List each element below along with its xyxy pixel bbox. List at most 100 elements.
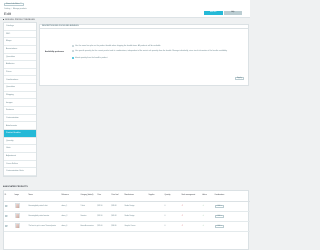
availability-option-text: Use specific quantity for the current pr… bbox=[75, 50, 228, 52]
actions-cell: ✎ Edit ▼ bbox=[214, 221, 250, 232]
availability-option[interactable]: Use specific quantity for the current pr… bbox=[72, 50, 244, 53]
price-final-cell: $34.80 bbox=[111, 221, 124, 232]
tab-item[interactable]: Quantities bbox=[4, 54, 36, 62]
active-cell: ✓ bbox=[202, 221, 214, 232]
table-row[interactable]: 2 Hummingbird printed sweater demo_3 Sweate… bbox=[4, 211, 250, 222]
quantity-cell: 0 bbox=[164, 211, 181, 222]
stock-cell: ✗ bbox=[181, 201, 202, 212]
supplier-cell bbox=[148, 211, 164, 222]
column-header-active[interactable]: Active bbox=[202, 191, 214, 202]
name-cell[interactable]: Hummingbird printed t-shirt bbox=[28, 201, 61, 212]
header-actions: Add new Help bbox=[204, 11, 242, 15]
availability-label: Availability preference bbox=[45, 51, 65, 53]
column-header-price[interactable]: Price bbox=[97, 191, 111, 202]
help-button[interactable]: Help bbox=[223, 11, 242, 15]
column-header-supplier[interactable]: Supplier bbox=[148, 191, 164, 202]
radio-button[interactable] bbox=[72, 50, 74, 53]
manufacturer-cell: Studio Design bbox=[124, 211, 148, 222]
chevron-down-icon[interactable]: ▼ bbox=[221, 216, 222, 217]
breadcrumb-item[interactable]: Manage products bbox=[13, 8, 27, 10]
tab-item[interactable]: Customization bbox=[4, 115, 36, 123]
tab-item[interactable]: Shipping bbox=[4, 92, 36, 100]
actions-cell: ✎ Edit ▼ bbox=[214, 201, 250, 212]
tabs-heading-label: MODULE: PRODUCT BUNDLES bbox=[5, 19, 35, 21]
column-header-reference[interactable]: Reference bbox=[61, 191, 80, 202]
tab-item[interactable]: SEO bbox=[4, 31, 36, 39]
name-cell[interactable]: The best is yet to come' Framed poster bbox=[28, 221, 61, 232]
product-tabs: Catalogs SEO Ebays Associations Quantities At… bbox=[3, 22, 37, 177]
breadcrumb-separator-icon: › bbox=[11, 8, 12, 10]
radio-button-checked[interactable] bbox=[72, 56, 74, 59]
chevron-down-icon[interactable]: ▼ bbox=[221, 206, 222, 207]
edit-button[interactable]: ✎ Edit ▼ bbox=[214, 215, 224, 218]
product-thumbnail bbox=[14, 213, 20, 219]
panel-heading: DESCRIPTION DES FOCUS DES BUNDLES bbox=[40, 25, 248, 29]
tab-item[interactable]: Cross-Sellers bbox=[4, 161, 36, 169]
header-bar: Store Lab Beta ▼ Catalog › Manage produc… bbox=[0, 0, 250, 18]
add-new-button[interactable]: Add new bbox=[204, 11, 223, 15]
stock-cell: ✗ bbox=[181, 211, 202, 222]
cross-icon: ✗ bbox=[181, 225, 184, 228]
tab-item[interactable]: Customization Units bbox=[4, 168, 36, 176]
column-header-name[interactable]: Name bbox=[28, 191, 61, 202]
breadcrumb-item[interactable]: Catalog bbox=[4, 8, 10, 10]
id-value: 3 bbox=[7, 226, 8, 228]
image-cell bbox=[14, 201, 28, 212]
table-row[interactable]: 1 Hummingbird printed t-shirt demo_1 T-shir… bbox=[4, 201, 250, 212]
check-icon[interactable]: ✓ bbox=[203, 225, 205, 227]
associated-products-title: ASSOCIATED PRODUCTS bbox=[3, 186, 28, 188]
availability-option[interactable]: Inherit quantity from the bundle's produ… bbox=[72, 57, 244, 59]
column-header-category[interactable]: Category (default) bbox=[80, 191, 97, 202]
edit-button[interactable]: ✎ Edit ▼ bbox=[214, 225, 224, 228]
tab-item[interactable]: Combinations bbox=[4, 76, 36, 85]
price-cell: $29.00 bbox=[97, 221, 111, 232]
tab-item[interactable]: Units bbox=[4, 145, 36, 153]
manufacturer-cell: Studio Design bbox=[124, 201, 148, 212]
edit-button[interactable]: ✎ Edit ▼ bbox=[214, 205, 224, 208]
id-value: 1 bbox=[7, 206, 8, 208]
tab-item[interactable]: Features bbox=[4, 107, 36, 115]
tab-item[interactable]: Attachments bbox=[4, 122, 36, 130]
tab-item[interactable]: Catalogs bbox=[4, 23, 36, 31]
reference-cell: demo_6 bbox=[61, 221, 80, 232]
tab-item[interactable]: Images bbox=[4, 99, 36, 108]
column-header-id[interactable]: ID bbox=[4, 191, 14, 202]
id-cell: 1 bbox=[4, 201, 14, 212]
price-final-cell: $28.68 bbox=[111, 201, 124, 212]
availability-option-text: Use the same free plan as the product bu… bbox=[75, 45, 161, 47]
reference-cell: demo_1 bbox=[61, 201, 80, 212]
tab-item[interactable]: Attributes bbox=[4, 61, 36, 69]
breadcrumb: Catalog › Manage products bbox=[4, 8, 27, 10]
tab-item[interactable]: Ebays bbox=[4, 38, 36, 46]
table-header-row: ID Image Name Reference Category (defaul… bbox=[4, 191, 250, 202]
column-header-image: Image bbox=[14, 191, 28, 202]
tab-item[interactable]: Product Bundles bbox=[4, 129, 36, 138]
shop-selector[interactable]: Store Lab Beta ▼ bbox=[4, 2, 24, 6]
id-cell: 2 bbox=[4, 211, 14, 222]
price-final-cell: $43.08 bbox=[111, 211, 124, 222]
column-header-price-final[interactable]: Price final bbox=[111, 191, 124, 202]
column-header-quantity[interactable]: Quantity bbox=[164, 191, 181, 202]
tab-item[interactable]: Prices bbox=[4, 69, 36, 77]
tab-item[interactable]: Adjustment bbox=[4, 153, 36, 161]
tabs-heading: ■ MODULE: PRODUCT BUNDLES bbox=[3, 19, 35, 21]
tab-item[interactable]: Associations bbox=[4, 46, 36, 54]
apply-button[interactable]: Apply bbox=[235, 76, 244, 80]
page-title: Edit bbox=[4, 10, 11, 16]
quantity-cell: 0 bbox=[164, 221, 181, 232]
name-cell[interactable]: Hummingbird printed sweater bbox=[28, 211, 61, 222]
radio-button[interactable] bbox=[72, 45, 74, 48]
tab-item[interactable]: Quantities bbox=[4, 84, 36, 92]
check-icon[interactable]: ✓ bbox=[203, 205, 205, 207]
associated-products-panel: ID Image Name Reference Category (defaul… bbox=[3, 190, 250, 250]
availability-option-text: Inherit quantity from the bundle's produ… bbox=[75, 56, 108, 59]
tab-item[interactable]: Quantity bbox=[4, 138, 36, 146]
manufacturer-cell: Graphic Corner bbox=[124, 221, 148, 232]
availability-option[interactable]: Use the same free plan as the product bu… bbox=[72, 45, 244, 48]
chevron-down-icon[interactable]: ▼ bbox=[221, 226, 222, 227]
column-header-manufacturer[interactable]: Manufacturer bbox=[124, 191, 148, 202]
check-icon[interactable]: ✓ bbox=[203, 215, 205, 217]
image-cell bbox=[14, 221, 28, 232]
table-row[interactable]: 3 The best is yet to come' Framed poster d… bbox=[4, 221, 250, 232]
product-thumbnail bbox=[14, 223, 20, 229]
